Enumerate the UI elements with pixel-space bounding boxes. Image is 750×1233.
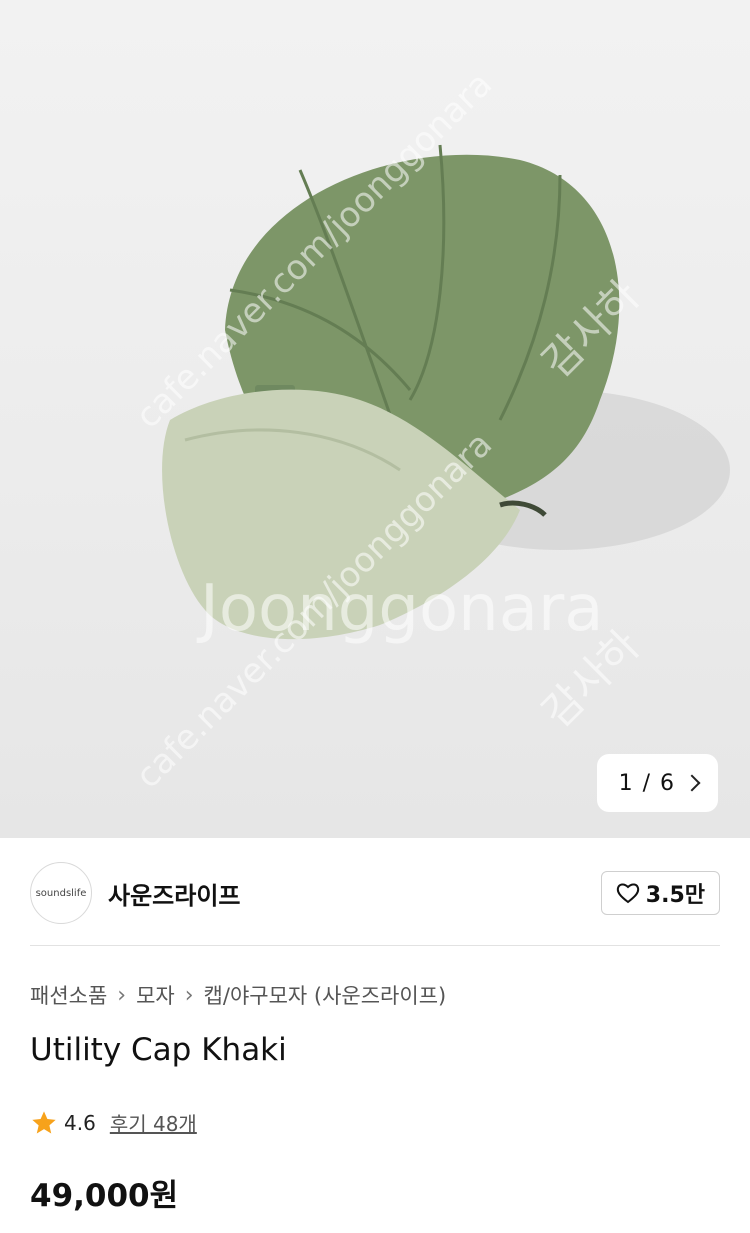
product-rating: 4.6 후기 48개: [30, 1108, 197, 1137]
product-image-gallery[interactable]: Joonggonara cafe.naver.com/joonggonara c…: [0, 0, 750, 838]
like-button[interactable]: 3.5만: [600, 871, 720, 915]
reviews-link[interactable]: 후기 48개: [110, 1108, 197, 1137]
chevron-right-icon[interactable]: [683, 774, 701, 792]
breadcrumb: 패션소품 › 모자 › 캡/야구모자 (사운즈라이프): [30, 980, 446, 1010]
seller-name[interactable]: 사운즈라이프: [108, 876, 240, 911]
breadcrumb-chevron-icon: ›: [184, 982, 194, 1008]
image-counter[interactable]: 1 / 6: [596, 754, 718, 812]
product-title: Utility Cap Khaki: [30, 1032, 287, 1068]
breadcrumb-item-0[interactable]: 패션소품: [30, 980, 107, 1010]
rating-value: 4.6: [64, 1110, 96, 1135]
heart-icon: [616, 883, 639, 904]
seller-avatar[interactable]: soundslife: [30, 862, 92, 924]
star-icon: [32, 1110, 56, 1133]
breadcrumb-chevron-icon: ›: [117, 982, 127, 1008]
product-image: Joonggonara cafe.naver.com/joonggonara c…: [128, 64, 730, 796]
seller-avatar-text: soundslife: [35, 887, 87, 899]
image-counter-separator: /: [642, 770, 650, 796]
image-counter-current: 1: [618, 770, 633, 796]
breadcrumb-item-2[interactable]: 캡/야구모자 (사운즈라이프): [204, 980, 447, 1010]
divider: [30, 945, 720, 946]
like-count: 3.5만: [645, 883, 705, 908]
seller-row[interactable]: soundslife 사운즈라이프 3.5만: [30, 858, 720, 928]
product-price: 49,000원: [30, 1178, 179, 1214]
image-counter-total: 6: [660, 770, 674, 796]
svg-text:Joonggonara: Joonggonara: [196, 572, 603, 646]
breadcrumb-item-1[interactable]: 모자: [136, 980, 175, 1010]
